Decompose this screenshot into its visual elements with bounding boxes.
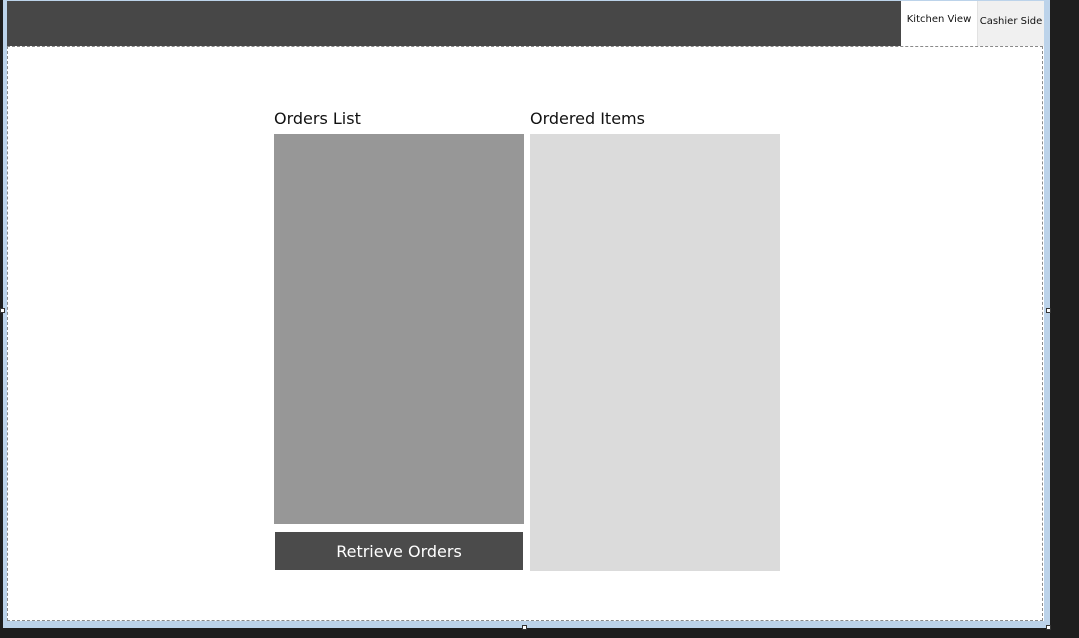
- resize-handle-left[interactable]: [0, 308, 5, 313]
- tab-kitchen-view-label: Kitchen View: [906, 14, 972, 25]
- retrieve-orders-button-label: Retrieve Orders: [336, 541, 462, 561]
- tab-kitchen-view[interactable]: Kitchen View: [901, 1, 977, 46]
- tab-cashier-side[interactable]: Cashier Side: [977, 1, 1044, 46]
- orders-list-label: Orders List: [274, 109, 361, 128]
- tab-cashier-side-label: Cashier Side: [979, 16, 1043, 27]
- resize-handle-corner[interactable]: [1046, 625, 1051, 630]
- resize-handle-right[interactable]: [1046, 308, 1051, 313]
- top-bar: [7, 1, 901, 46]
- form-surface: [7, 1, 1044, 621]
- retrieve-orders-button[interactable]: Retrieve Orders: [275, 532, 523, 570]
- resize-handle-bottom[interactable]: [522, 625, 527, 630]
- ordered-items-label: Ordered Items: [530, 109, 645, 128]
- orders-list[interactable]: [274, 134, 524, 524]
- ordered-items-list[interactable]: [530, 134, 780, 571]
